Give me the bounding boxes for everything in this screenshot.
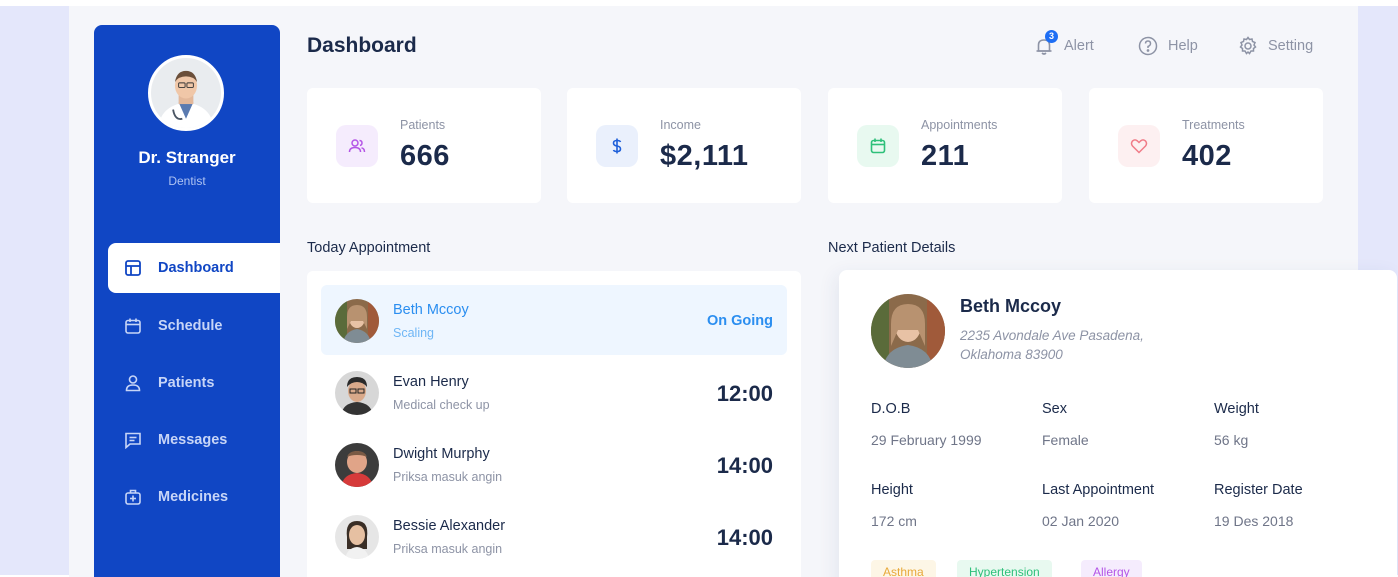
doctor-avatar[interactable] bbox=[148, 55, 224, 131]
appointment-row[interactable]: Dwight Murphy Priksa masuk angin 14:00 bbox=[321, 429, 787, 499]
stat-label: Appointments bbox=[921, 118, 998, 132]
users-icon bbox=[336, 125, 378, 167]
patient-avatar bbox=[871, 294, 945, 368]
appointment-time: 14:00 bbox=[716, 525, 773, 550]
appointment-time: 14:00 bbox=[716, 453, 773, 478]
alert-button[interactable]: 3 Alert bbox=[1034, 30, 1094, 58]
condition-tag[interactable]: Asthma bbox=[871, 560, 936, 577]
appointment-desc: Scaling bbox=[393, 326, 434, 340]
calendar-icon bbox=[125, 318, 141, 334]
field-label-height: Height bbox=[871, 482, 913, 498]
stat-value: 211 bbox=[921, 140, 970, 172]
help-icon bbox=[1138, 36, 1158, 56]
help-label: Help bbox=[1168, 38, 1198, 54]
field-label-weight: Weight bbox=[1214, 401, 1259, 417]
patient-avatar bbox=[335, 299, 379, 343]
sidebar: Dr. Stranger Dentist Dashboard Schedule … bbox=[94, 25, 280, 577]
nav-label: Schedule bbox=[158, 318, 223, 334]
stat-card-appointments[interactable]: Appointments 211 bbox=[828, 88, 1062, 203]
patient-address: 2235 Avondale Ave Pasadena, Oklahoma 839… bbox=[960, 326, 1190, 364]
condition-tag[interactable]: Hypertension bbox=[957, 560, 1052, 577]
appointment-name: Bessie Alexander bbox=[393, 518, 506, 534]
layout-icon bbox=[125, 260, 141, 276]
medkit-icon bbox=[125, 489, 141, 505]
appointment-name: Evan Henry bbox=[393, 374, 469, 390]
patient-avatar bbox=[335, 515, 379, 559]
patient-address-line2: Oklahoma 83900 bbox=[960, 347, 1063, 362]
field-label-sex: Sex bbox=[1042, 401, 1067, 417]
message-icon bbox=[125, 432, 141, 449]
appointment-name: Dwight Murphy bbox=[393, 446, 490, 462]
doctor-name: Dr. Stranger bbox=[138, 148, 236, 167]
nav-label: Patients bbox=[158, 375, 215, 391]
appointment-time: 12:00 bbox=[716, 381, 773, 406]
heart-icon bbox=[1118, 125, 1160, 167]
field-label-register-date: Register Date bbox=[1214, 482, 1303, 498]
stat-value: $2,111 bbox=[660, 140, 749, 172]
nav-item-dashboard[interactable]: Dashboard bbox=[108, 243, 280, 293]
patient-avatar bbox=[335, 371, 379, 415]
patient-avatar bbox=[335, 443, 379, 487]
appointment-row[interactable]: Bessie Alexander Priksa masuk angin 14:0… bbox=[321, 501, 787, 571]
help-button[interactable]: Help bbox=[1138, 34, 1198, 58]
user-icon bbox=[125, 375, 141, 392]
appointment-row[interactable]: Evan Henry Medical check up 12:00 bbox=[321, 357, 787, 427]
appointment-desc: Priksa masuk angin bbox=[393, 542, 503, 556]
appointment-row[interactable]: Beth Mccoy Scaling On Going bbox=[321, 285, 787, 355]
stat-card-patients[interactable]: Patients 666 bbox=[307, 88, 541, 203]
nav-item-messages[interactable]: Messages bbox=[108, 415, 280, 465]
stat-card-income[interactable]: Income $2,111 bbox=[567, 88, 801, 203]
calendar-icon bbox=[857, 125, 899, 167]
nav-label: Messages bbox=[158, 432, 228, 448]
stat-label: Patients bbox=[400, 118, 446, 132]
dollar-icon bbox=[596, 125, 638, 167]
doctor-role: Dentist bbox=[168, 174, 206, 188]
field-value-weight: 56 kg bbox=[1214, 432, 1249, 448]
field-value-sex: Female bbox=[1042, 432, 1089, 448]
field-value-register-date: 19 Des 2018 bbox=[1214, 513, 1294, 529]
nav-item-medicines[interactable]: Medicines bbox=[108, 472, 280, 522]
patient-name: Beth Mccoy bbox=[960, 296, 1062, 316]
stat-label: Income bbox=[660, 118, 701, 132]
today-appointment-title: Today Appointment bbox=[307, 240, 431, 256]
page-title: Dashboard bbox=[307, 34, 417, 57]
nav-item-patients[interactable]: Patients bbox=[108, 358, 280, 408]
field-value-last-appointment: 02 Jan 2020 bbox=[1042, 513, 1120, 529]
field-label-dob: D.O.B bbox=[871, 401, 911, 417]
field-value-height: 172 cm bbox=[871, 513, 917, 529]
stat-value: 666 bbox=[400, 140, 450, 172]
patient-address-line1: 2235 Avondale Ave Pasadena, bbox=[960, 328, 1144, 343]
setting-label: Setting bbox=[1268, 38, 1314, 54]
nav-label: Medicines bbox=[158, 489, 229, 505]
field-value-dob: 29 February 1999 bbox=[871, 432, 982, 448]
gear-icon bbox=[1239, 36, 1257, 55]
stat-label: Treatments bbox=[1182, 118, 1245, 132]
appointment-desc: Priksa masuk angin bbox=[393, 470, 503, 484]
appointment-desc: Medical check up bbox=[393, 398, 490, 412]
stat-card-treatments[interactable]: Treatments 402 bbox=[1089, 88, 1323, 203]
field-label-last-appointment: Last Appointment bbox=[1042, 482, 1155, 498]
nav-label: Dashboard bbox=[158, 260, 234, 276]
appointment-status: On Going bbox=[706, 313, 773, 329]
appointment-name: Beth Mccoy bbox=[393, 302, 469, 318]
alert-label: Alert bbox=[1064, 38, 1094, 54]
nav-item-schedule[interactable]: Schedule bbox=[108, 301, 280, 351]
alert-count-badge: 3 bbox=[1045, 30, 1058, 43]
next-patient-card: Beth Mccoy 2235 Avondale Ave Pasadena, O… bbox=[839, 270, 1397, 577]
condition-tag[interactable]: Allergy bbox=[1081, 560, 1142, 577]
stat-value: 402 bbox=[1182, 140, 1232, 172]
next-patient-title: Next Patient Details bbox=[828, 240, 956, 256]
today-appointment-list: Beth Mccoy Scaling On Going Evan Henry M… bbox=[307, 271, 801, 577]
setting-button[interactable]: Setting bbox=[1238, 34, 1313, 58]
